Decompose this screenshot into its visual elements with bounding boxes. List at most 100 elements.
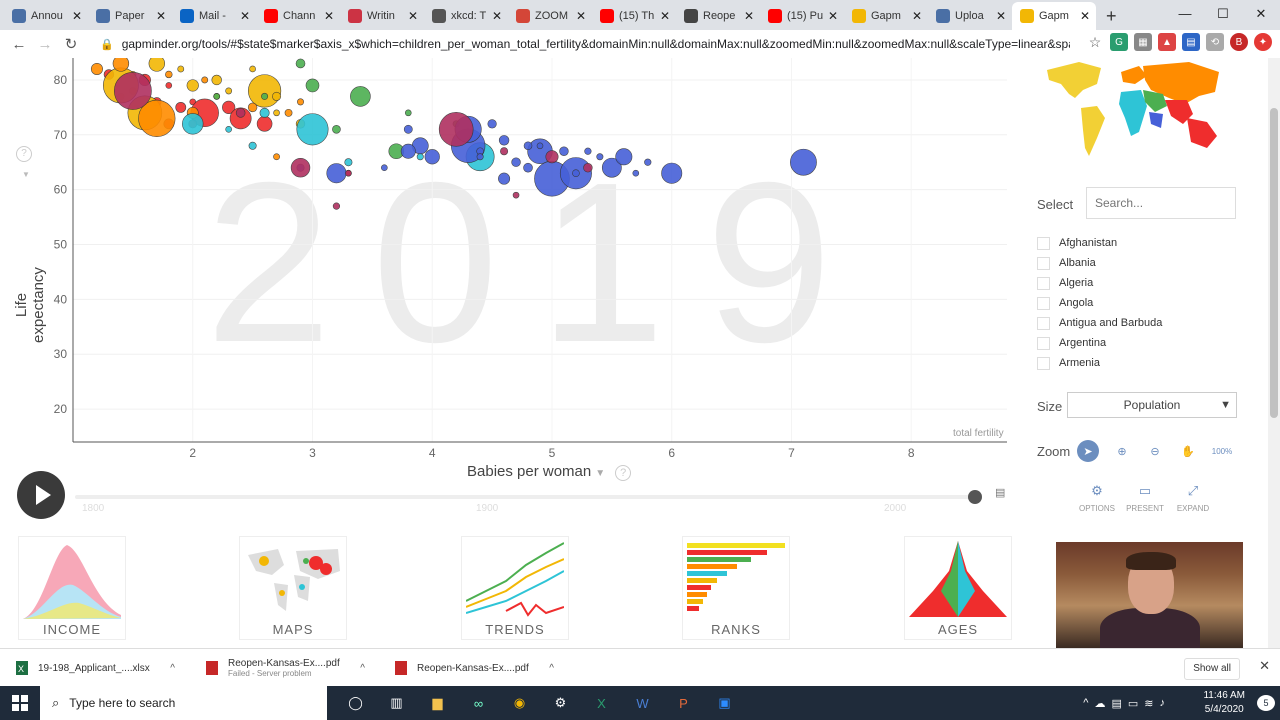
powerpoint-icon[interactable]: P xyxy=(663,686,704,720)
chevron-up-icon[interactable]: ^ xyxy=(1083,697,1088,709)
volume-icon[interactable]: ♪ xyxy=(1160,697,1166,709)
show-all-button[interactable]: Show all xyxy=(1184,658,1240,680)
chevron-up-icon[interactable]: ^ xyxy=(549,663,554,674)
timeline-slider[interactable] xyxy=(75,495,975,499)
cursor-icon[interactable]: ➤ xyxy=(1077,440,1099,462)
list-item[interactable]: Argentina xyxy=(1037,333,1247,353)
tool-ranks[interactable]: RANKS xyxy=(682,536,790,640)
checkbox[interactable] xyxy=(1037,356,1050,370)
close-tab-icon[interactable]: ✕ xyxy=(660,9,670,23)
close-tab-icon[interactable]: ✕ xyxy=(828,9,838,23)
close-tab-icon[interactable]: ✕ xyxy=(492,9,502,23)
close-tab-icon[interactable]: ✕ xyxy=(324,9,334,23)
extension-icon[interactable]: G xyxy=(1110,33,1128,51)
word-icon[interactable]: W xyxy=(622,686,663,720)
extension-icon[interactable]: ▦ xyxy=(1134,33,1152,51)
zoom-reset-button[interactable]: 100% xyxy=(1209,440,1235,462)
browser-tab[interactable]: Annou ✕ xyxy=(4,2,88,30)
reload-icon[interactable]: ↻ xyxy=(58,35,84,53)
download-item[interactable]: Reopen-Kansas-Ex....pdf Failed - Server p… xyxy=(194,651,379,685)
notification-badge[interactable]: 5 xyxy=(1257,695,1275,711)
battery-icon[interactable]: ▭ xyxy=(1128,697,1138,710)
list-item[interactable]: Antigua and Barbuda xyxy=(1037,313,1247,333)
list-item[interactable]: Albania xyxy=(1037,253,1247,273)
expand-button[interactable]: ⤢ EXPAND xyxy=(1169,483,1217,513)
extension-icon[interactable]: ✦ xyxy=(1254,33,1272,51)
browser-tab[interactable]: (15) Pu ✕ xyxy=(760,2,844,30)
timeline-handle[interactable] xyxy=(968,490,982,504)
browser-tab[interactable]: Writin ✕ xyxy=(340,2,424,30)
dropbox-icon[interactable]: ▤ xyxy=(1111,697,1121,710)
options-button[interactable]: ⚙ OPTIONS xyxy=(1073,483,1121,513)
minimize-icon[interactable]: — xyxy=(1166,0,1204,30)
cloud-icon[interactable]: ☁ xyxy=(1094,697,1105,710)
checkbox[interactable] xyxy=(1037,236,1050,250)
taskbar-search-input[interactable]: ⌕ Type here to search xyxy=(40,686,327,720)
clock[interactable]: 11:46 AM 5/4/2020 xyxy=(1203,689,1245,717)
size-select[interactable]: Population ▼ xyxy=(1067,392,1237,418)
x-axis-label[interactable]: Babies per woman ▼? xyxy=(467,463,632,481)
country-search-input[interactable] xyxy=(1086,187,1236,219)
zoom-app-icon[interactable]: ▣ xyxy=(704,686,745,720)
page-scrollbar[interactable] xyxy=(1268,58,1280,648)
list-item[interactable]: Armenia xyxy=(1037,353,1247,373)
play-button[interactable] xyxy=(17,471,65,519)
download-item[interactable]: Reopen-Kansas-Ex....pdf ^ xyxy=(383,651,568,685)
x-axis-arrow-icon[interactable]: ▼ xyxy=(595,468,605,479)
tool-trends[interactable]: TRENDS xyxy=(461,536,569,640)
browser-tab[interactable]: Chann ✕ xyxy=(256,2,340,30)
close-window-icon[interactable]: ✕ xyxy=(1242,0,1280,30)
checkbox[interactable] xyxy=(1037,316,1050,330)
x-axis-help-icon[interactable]: ? xyxy=(615,465,632,481)
steam-icon[interactable]: ⚙ xyxy=(540,686,581,720)
checkbox[interactable] xyxy=(1037,276,1050,290)
zoom-out-icon[interactable]: ⊖ xyxy=(1144,440,1166,462)
extension-icon[interactable]: ▲ xyxy=(1158,33,1176,51)
close-tab-icon[interactable]: ✕ xyxy=(156,9,166,23)
y-axis-label[interactable]: Life expectancy xyxy=(13,255,47,355)
windows-start-icon[interactable] xyxy=(12,695,28,711)
close-tab-icon[interactable]: ✕ xyxy=(72,9,82,23)
excel-icon[interactable]: X xyxy=(581,686,622,720)
file-explorer-icon[interactable]: ▆ xyxy=(417,686,458,720)
hand-icon[interactable]: ✋ xyxy=(1177,440,1199,462)
task-view-icon[interactable]: ▥ xyxy=(376,686,417,720)
close-tab-icon[interactable]: ✕ xyxy=(912,9,922,23)
download-item[interactable]: X 19-198_Applicant_....xlsx ^ xyxy=(4,651,189,685)
back-icon[interactable]: ← xyxy=(6,36,32,53)
maximize-icon[interactable]: ☐ xyxy=(1204,0,1242,30)
tool-income[interactable]: INCOME xyxy=(18,536,126,640)
zoom-in-icon[interactable]: ⊕ xyxy=(1111,440,1133,462)
close-tab-icon[interactable]: ✕ xyxy=(240,9,250,23)
tool-ages[interactable]: AGES xyxy=(904,536,1012,640)
app-icon[interactable]: ∞ xyxy=(458,686,499,720)
browser-tab[interactable]: Gapm ✕ xyxy=(1012,2,1096,30)
star-icon[interactable]: ☆ xyxy=(1086,33,1104,51)
browser-tab[interactable]: Mail - ✕ xyxy=(172,2,256,30)
browser-tab[interactable]: xkcd: T ✕ xyxy=(424,2,508,30)
close-tab-icon[interactable]: ✕ xyxy=(996,9,1006,23)
close-tab-icon[interactable]: ✕ xyxy=(576,9,586,23)
browser-tab[interactable]: Reope ✕ xyxy=(676,2,760,30)
extension-icon[interactable]: ⟲ xyxy=(1206,33,1224,51)
extension-icon[interactable]: ▤ xyxy=(1182,33,1200,51)
checkbox[interactable] xyxy=(1037,296,1050,310)
speed-icon[interactable]: ▤ xyxy=(995,486,1005,499)
forward-icon[interactable]: → xyxy=(32,36,58,53)
y-axis-arrow-icon[interactable]: ▼ xyxy=(22,170,30,179)
list-item[interactable]: Algeria xyxy=(1037,273,1247,293)
browser-tab[interactable]: Uploa ✕ xyxy=(928,2,1012,30)
chevron-up-icon[interactable]: ^ xyxy=(170,663,175,674)
chevron-up-icon[interactable]: ^ xyxy=(360,663,365,674)
close-tab-icon[interactable]: ✕ xyxy=(408,9,418,23)
y-axis-help-icon[interactable]: ? xyxy=(16,146,32,162)
new-tab-icon[interactable]: + xyxy=(1106,6,1117,27)
address-bar[interactable]: 🔒 gapminder.org/tools/#$state$marker$axi… xyxy=(100,32,1070,56)
browser-tab[interactable]: Gapm ✕ xyxy=(844,2,928,30)
present-button[interactable]: ▭ PRESENT xyxy=(1121,483,1169,513)
chrome-icon[interactable]: ◉ xyxy=(499,686,540,720)
wifi-icon[interactable]: ≋ xyxy=(1144,697,1153,710)
browser-tab[interactable]: ZOOM ✕ xyxy=(508,2,592,30)
avatar[interactable]: B xyxy=(1230,33,1248,51)
list-item[interactable]: Afghanistan xyxy=(1037,233,1247,253)
